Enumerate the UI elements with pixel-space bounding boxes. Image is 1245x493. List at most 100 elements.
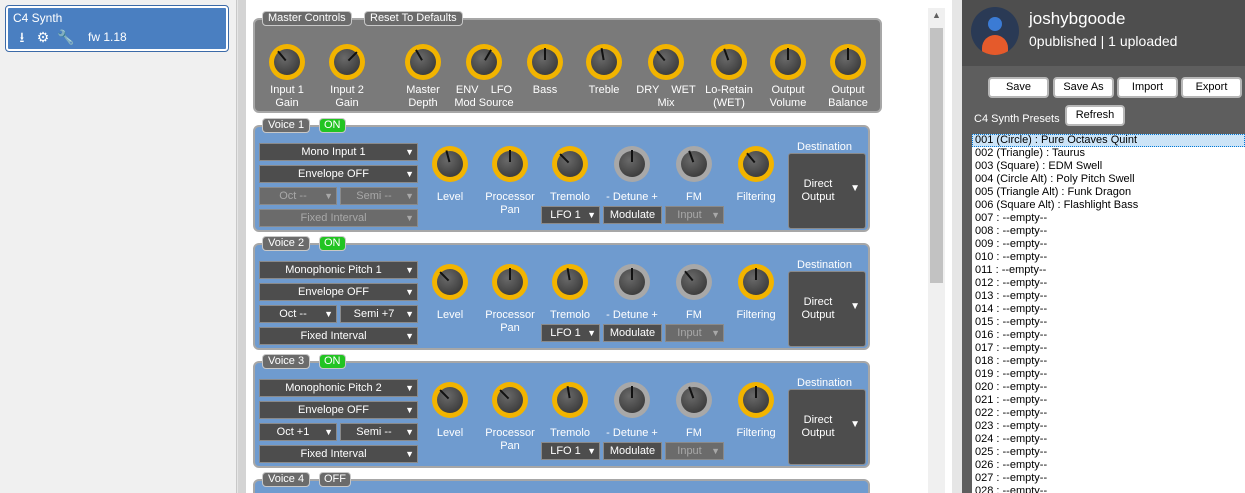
input-source-select[interactable]: Monophonic Pitch 2 ▼ <box>259 379 418 397</box>
gear-icon[interactable]: ⚙ <box>34 28 52 46</box>
destination-select[interactable]: Direct Output ▼ <box>788 153 866 229</box>
voice-on-toggle[interactable]: OFF <box>319 472 351 487</box>
voice-knob-3[interactable] <box>614 264 650 300</box>
voice-knob-1[interactable] <box>492 264 528 300</box>
modulate-button[interactable]: Modulate <box>603 442 662 460</box>
preset-list-item[interactable]: 028 : --empty-- <box>972 485 1245 493</box>
preset-list-item[interactable]: 011 : --empty-- <box>972 264 1245 277</box>
semitone-select[interactable]: Semi -- ▼ <box>340 423 418 441</box>
voice-knob-1[interactable] <box>492 382 528 418</box>
master-knob-8[interactable] <box>770 44 806 80</box>
preset-list-item[interactable]: 016 : --empty-- <box>972 329 1245 342</box>
voice-on-toggle[interactable]: ON <box>319 118 346 133</box>
modulate-button[interactable]: Modulate <box>603 324 662 342</box>
scroll-up-arrow-icon[interactable]: ▲ <box>928 10 945 24</box>
scrollbar-thumb[interactable] <box>930 28 943 283</box>
voice-on-toggle[interactable]: ON <box>319 354 346 369</box>
master-knob-4[interactable] <box>527 44 563 80</box>
preset-list-item[interactable]: 004 (Circle Alt) : Poly Pitch Swell <box>972 173 1245 186</box>
device-card-c4-synth[interactable]: C4 Synth ⭳ ⚙ 🔧 fw 1.18 <box>5 5 229 52</box>
semitone-select[interactable]: Semi +7 ▼ <box>340 305 418 323</box>
octave-select[interactable]: Oct -- ▼ <box>259 305 337 323</box>
preset-list-item[interactable]: 026 : --empty-- <box>972 459 1245 472</box>
modulate-button[interactable]: Modulate <box>603 206 662 224</box>
destination-select[interactable]: Direct Output ▼ <box>788 389 866 465</box>
preset-list-item[interactable]: 008 : --empty-- <box>972 225 1245 238</box>
voice-knob-1[interactable] <box>492 146 528 182</box>
input-source-select[interactable]: Monophonic Pitch 1 ▼ <box>259 261 418 279</box>
preset-list-item[interactable]: 010 : --empty-- <box>972 251 1245 264</box>
voice-knob-0[interactable] <box>432 382 468 418</box>
preset-list-item[interactable]: 022 : --empty-- <box>972 407 1245 420</box>
download-icon[interactable]: ⭳ <box>13 28 31 46</box>
master-knob-1[interactable] <box>329 44 365 80</box>
master-knob-5[interactable] <box>586 44 622 80</box>
preset-list-item[interactable]: 020 : --empty-- <box>972 381 1245 394</box>
lfo-select[interactable]: LFO 1 ▼ <box>541 206 600 224</box>
preset-list-item[interactable]: 007 : --empty-- <box>972 212 1245 225</box>
destination-select[interactable]: Direct Output ▼ <box>788 271 866 347</box>
octave-select[interactable]: Oct +1 ▼ <box>259 423 337 441</box>
master-knob-7[interactable] <box>711 44 747 80</box>
master-knob-6[interactable] <box>648 44 684 80</box>
voice-on-toggle[interactable]: ON <box>319 236 346 251</box>
voice-knob-5[interactable] <box>738 146 774 182</box>
fm-input-select[interactable]: Input ▼ <box>665 206 724 224</box>
preset-list-item[interactable]: 006 (Square Alt) : Flashlight Bass <box>972 199 1245 212</box>
input-source-select[interactable]: Mono Input 1 ▼ <box>259 143 418 161</box>
semitone-select[interactable]: Semi -- ▼ <box>340 187 418 205</box>
preset-list-item[interactable]: 001 (Circle) : Pure Octaves Quint <box>972 134 1245 147</box>
preset-list-item[interactable]: 012 : --empty-- <box>972 277 1245 290</box>
lfo-select[interactable]: LFO 1 ▼ <box>541 442 600 460</box>
voice-knob-3[interactable] <box>614 382 650 418</box>
wrench-icon[interactable]: 🔧 <box>57 28 75 46</box>
voice-knob-2[interactable] <box>552 264 588 300</box>
reset-to-defaults-button[interactable]: Reset To Defaults <box>364 11 463 26</box>
envelope-select[interactable]: Envelope OFF ▼ <box>259 165 418 183</box>
preset-list-item[interactable]: 025 : --empty-- <box>972 446 1245 459</box>
preset-list-item[interactable]: 009 : --empty-- <box>972 238 1245 251</box>
voice-knob-2[interactable] <box>552 146 588 182</box>
splitter[interactable] <box>238 0 246 493</box>
save-as-button[interactable]: Save As <box>1053 77 1114 98</box>
master-knob-3[interactable] <box>466 44 502 80</box>
preset-list-item[interactable]: 024 : --empty-- <box>972 433 1245 446</box>
interval-select[interactable]: Fixed Interval ▼ <box>259 327 418 345</box>
voice-knob-5[interactable] <box>738 264 774 300</box>
save-button[interactable]: Save <box>988 77 1049 98</box>
preset-list-item[interactable]: 019 : --empty-- <box>972 368 1245 381</box>
voice-knob-4[interactable] <box>676 146 712 182</box>
import-button[interactable]: Import <box>1117 77 1178 98</box>
export-button[interactable]: Export <box>1181 77 1242 98</box>
voice-knob-2[interactable] <box>552 382 588 418</box>
voice-knob-0[interactable] <box>432 146 468 182</box>
octave-select[interactable]: Oct -- ▼ <box>259 187 337 205</box>
preset-list-item[interactable]: 023 : --empty-- <box>972 420 1245 433</box>
voice-knob-4[interactable] <box>676 264 712 300</box>
interval-select[interactable]: Fixed Interval ▼ <box>259 445 418 463</box>
preset-list-item[interactable]: 027 : --empty-- <box>972 472 1245 485</box>
preset-list-item[interactable]: 021 : --empty-- <box>972 394 1245 407</box>
preset-list-item[interactable]: 014 : --empty-- <box>972 303 1245 316</box>
fm-input-select[interactable]: Input ▼ <box>665 442 724 460</box>
voice-knob-4[interactable] <box>676 382 712 418</box>
voice-knob-0[interactable] <box>432 264 468 300</box>
preset-list-item[interactable]: 015 : --empty-- <box>972 316 1245 329</box>
vertical-scrollbar[interactable]: ▲ <box>928 8 945 493</box>
envelope-select[interactable]: Envelope OFF ▼ <box>259 283 418 301</box>
voice-knob-5[interactable] <box>738 382 774 418</box>
voice-knob-3[interactable] <box>614 146 650 182</box>
envelope-select[interactable]: Envelope OFF ▼ <box>259 401 418 419</box>
preset-list-item[interactable]: 002 (Triangle) : Taurus <box>972 147 1245 160</box>
refresh-button[interactable]: Refresh <box>1065 105 1125 126</box>
lfo-select[interactable]: LFO 1 ▼ <box>541 324 600 342</box>
interval-select[interactable]: Fixed Interval ▼ <box>259 209 418 227</box>
master-knob-9[interactable] <box>830 44 866 80</box>
preset-list-item[interactable]: 018 : --empty-- <box>972 355 1245 368</box>
preset-list-item[interactable]: 003 (Square) : EDM Swell <box>972 160 1245 173</box>
fm-input-select[interactable]: Input ▼ <box>665 324 724 342</box>
master-knob-2[interactable] <box>405 44 441 80</box>
preset-list[interactable]: 001 (Circle) : Pure Octaves Quint 002 (Tr… <box>972 134 1245 493</box>
preset-list-item[interactable]: 005 (Triangle Alt) : Funk Dragon <box>972 186 1245 199</box>
preset-list-item[interactable]: 017 : --empty-- <box>972 342 1245 355</box>
